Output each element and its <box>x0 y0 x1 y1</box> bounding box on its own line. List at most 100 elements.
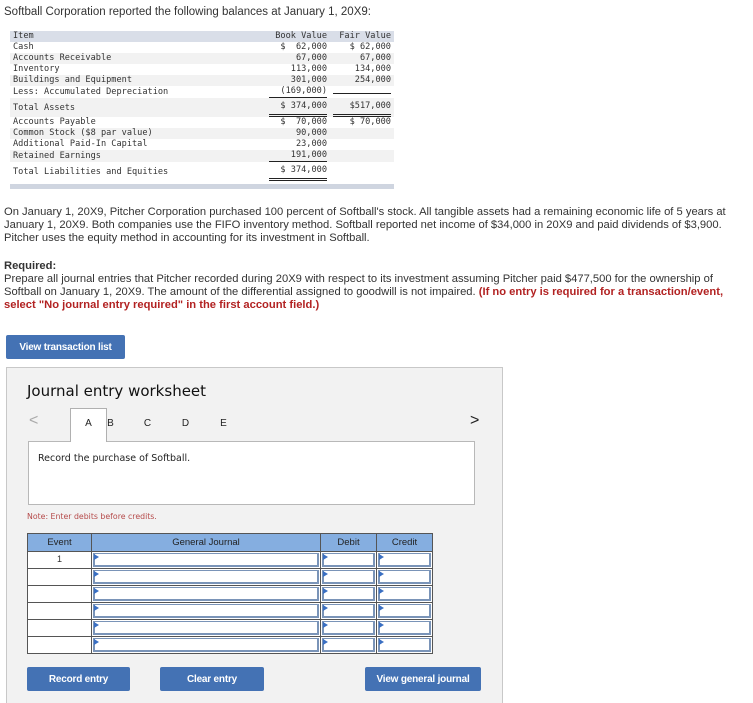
clear-entry-button[interactable]: Clear entry <box>160 667 264 691</box>
dropdown-marker-icon <box>94 639 99 645</box>
journal-row <box>27 568 433 586</box>
credit-input[interactable] <box>376 585 433 603</box>
account-field[interactable] <box>93 621 319 635</box>
account-field[interactable] <box>93 587 319 601</box>
row-fair <box>330 86 394 98</box>
debit-field[interactable] <box>322 604 375 618</box>
view-general-journal-button[interactable]: View general journal <box>365 667 481 691</box>
row-item: Buildings and Equipment <box>10 75 266 86</box>
credit-field[interactable] <box>378 570 431 584</box>
credit-input[interactable] <box>376 551 433 569</box>
prompt-box: Record the purchase of Softball. <box>28 441 475 505</box>
credit-field[interactable] <box>378 587 431 601</box>
credit-field[interactable] <box>378 621 431 635</box>
credit-field[interactable] <box>378 638 431 652</box>
dropdown-marker-icon <box>323 554 328 560</box>
account-input[interactable] <box>91 551 321 569</box>
debit-field[interactable] <box>322 570 375 584</box>
row-item: Retained Earnings <box>10 150 266 162</box>
view-transaction-list-button[interactable]: View transaction list <box>6 335 125 359</box>
account-field[interactable] <box>93 638 319 652</box>
dropdown-marker-icon <box>379 639 384 645</box>
journal-row: 1 <box>27 551 433 569</box>
tab-a[interactable]: A <box>70 408 107 442</box>
debit-input[interactable] <box>320 619 377 637</box>
account-input[interactable] <box>91 619 321 637</box>
row-fair-value: $517,000 <box>333 98 391 117</box>
credit-field[interactable] <box>378 604 431 618</box>
dropdown-marker-icon <box>323 622 328 628</box>
credit-input[interactable] <box>376 636 433 654</box>
dropdown-marker-icon <box>323 639 328 645</box>
row-item: Cash <box>10 42 266 53</box>
credit-input[interactable] <box>376 568 433 586</box>
row-fair: 254,000 <box>330 75 394 86</box>
account-input[interactable] <box>91 568 321 586</box>
balance-table-header: Item Book Value Fair Value <box>10 31 394 42</box>
account-input[interactable] <box>91 636 321 654</box>
account-field[interactable] <box>93 553 319 567</box>
row-book: 23,000 <box>266 139 330 150</box>
table-row: Additional Paid-In Capital 23,000 <box>10 139 394 150</box>
debit-field[interactable] <box>322 638 375 652</box>
header-event: Event <box>27 533 92 552</box>
table-row: Buildings and Equipment 301,000 254,000 <box>10 75 394 86</box>
event-cell <box>27 602 92 620</box>
row-fair-value <box>333 92 391 94</box>
journal-entry-worksheet: Journal entry worksheet < A B C D E > Re… <box>6 367 503 703</box>
account-input[interactable] <box>91 585 321 603</box>
row-fair: $ 62,000 <box>330 42 394 53</box>
row-book: $ 70,000 <box>266 117 330 128</box>
row-item: Common Stock ($8 par value) <box>10 128 266 139</box>
tab-e[interactable]: E <box>205 408 242 442</box>
balance-table: Item Book Value Fair Value Cash $ 62,000… <box>10 31 394 181</box>
row-fair: 134,000 <box>330 64 394 75</box>
event-cell <box>27 636 92 654</box>
row-book: 90,000 <box>266 128 330 139</box>
row-fair: 67,000 <box>330 53 394 64</box>
event-cell <box>27 585 92 603</box>
row-book: 113,000 <box>266 64 330 75</box>
row-book: 301,000 <box>266 75 330 86</box>
debit-input[interactable] <box>320 585 377 603</box>
debit-field[interactable] <box>322 553 375 567</box>
account-field[interactable] <box>93 604 319 618</box>
dropdown-marker-icon <box>323 605 328 611</box>
account-input[interactable] <box>91 602 321 620</box>
table-row: Common Stock ($8 par value) 90,000 <box>10 128 394 139</box>
chevron-right-icon[interactable]: > <box>470 412 479 430</box>
row-item: Inventory <box>10 64 266 75</box>
journal-row <box>27 636 433 654</box>
dropdown-marker-icon <box>379 554 384 560</box>
debit-field[interactable] <box>322 587 375 601</box>
row-book: $ 62,000 <box>266 42 330 53</box>
row-book: $ 374,000 <box>266 162 330 181</box>
credit-input[interactable] <box>376 619 433 637</box>
journal-row <box>27 619 433 637</box>
credit-field[interactable] <box>378 553 431 567</box>
debit-input[interactable] <box>320 551 377 569</box>
debit-input[interactable] <box>320 568 377 586</box>
debit-input[interactable] <box>320 602 377 620</box>
dropdown-marker-icon <box>379 588 384 594</box>
row-fair <box>330 139 394 150</box>
debit-input[interactable] <box>320 636 377 654</box>
tab-d[interactable]: D <box>167 408 204 442</box>
event-cell: 1 <box>27 551 92 569</box>
header-general-journal: General Journal <box>91 533 321 552</box>
table-row: Accounts Payable $ 70,000 $ 70,000 <box>10 117 394 128</box>
credit-input[interactable] <box>376 602 433 620</box>
dropdown-marker-icon <box>94 622 99 628</box>
record-entry-button[interactable]: Record entry <box>27 667 130 691</box>
tab-c[interactable]: C <box>129 408 166 442</box>
dropdown-marker-icon <box>94 554 99 560</box>
note-text: Note: Enter debits before credits. <box>27 512 157 521</box>
debit-field[interactable] <box>322 621 375 635</box>
worksheet-title: Journal entry worksheet <box>27 382 207 400</box>
row-item: Accounts Receivable <box>10 53 266 64</box>
table-row-total: Total Liabilities and Equities $ 374,000 <box>10 162 394 181</box>
table-row: Less: Accumulated Depreciation (169,000) <box>10 86 394 98</box>
account-field[interactable] <box>93 570 319 584</box>
row-book-value: (169,000) <box>269 86 327 98</box>
chevron-left-icon[interactable]: < <box>29 412 38 430</box>
